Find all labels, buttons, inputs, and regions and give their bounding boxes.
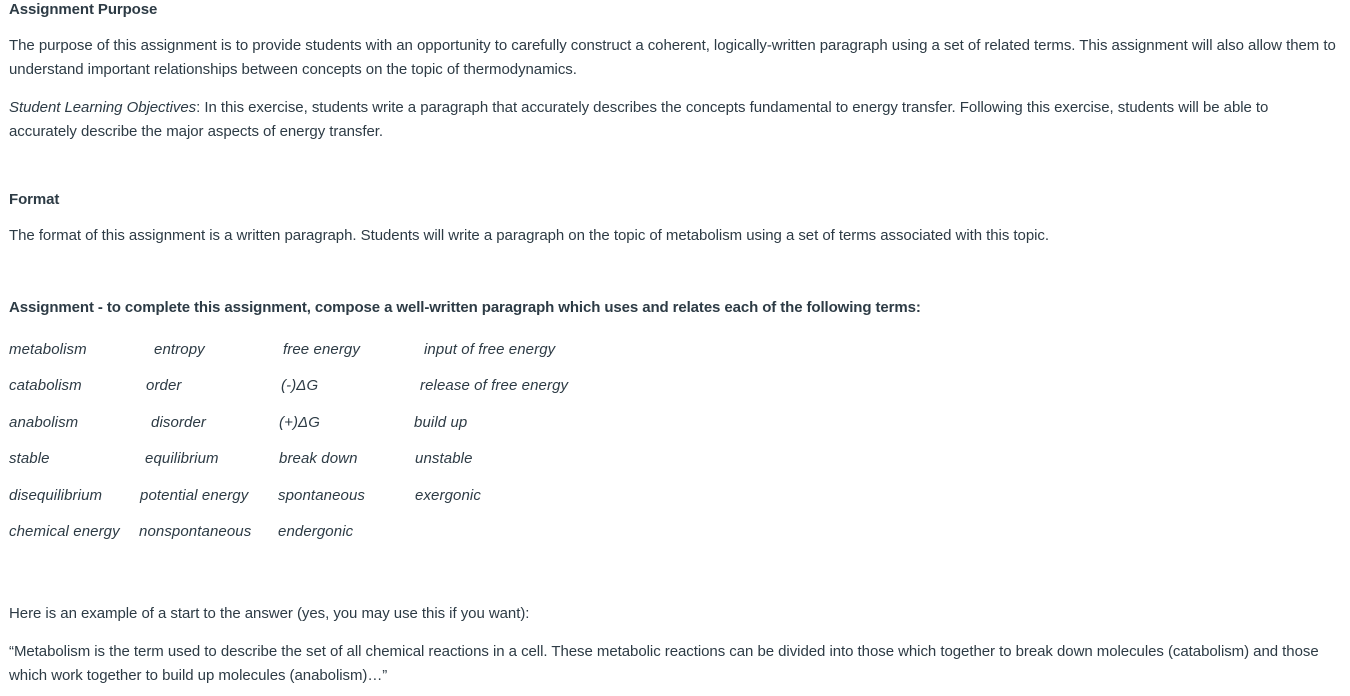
- term: metabolism: [9, 341, 87, 358]
- term: free energy: [283, 341, 360, 358]
- learning-objectives-paragraph: Student Learning Objectives: In this exe…: [9, 96, 1340, 144]
- example-quote: “Metabolism is the term used to describe…: [9, 643, 1319, 685]
- terms-row: metabolism entropy free energy input of …: [9, 338, 1340, 374]
- terms-grid: metabolism entropy free energy input of …: [9, 338, 1340, 556]
- term: order: [146, 377, 182, 395]
- term: catabolism: [9, 377, 82, 395]
- term: disequilibrium: [9, 486, 103, 504]
- format-heading: Format: [9, 191, 60, 208]
- term: chemical energy: [9, 522, 120, 540]
- terms-row: disequilibrium potential energy spontane…: [9, 484, 1340, 520]
- term: input of free energy: [424, 341, 556, 358]
- term: release of free energy: [420, 377, 569, 395]
- terms-row: chemical energy nonspontaneous endergoni…: [9, 520, 1340, 556]
- terms-row: stable equilibrium break down unstable: [9, 447, 1340, 483]
- term: stable: [9, 450, 50, 468]
- term: nonspontaneous: [139, 522, 252, 540]
- term: (-)ΔG: [281, 377, 319, 395]
- example-intro: Here is an example of a start to the ans…: [9, 605, 530, 623]
- term: endergonic: [278, 522, 354, 540]
- assignment-instruction: Assignment - to complete this assignment…: [9, 299, 921, 316]
- term: equilibrium: [145, 450, 219, 468]
- purpose-heading: Assignment Purpose: [9, 1, 158, 18]
- term: unstable: [415, 450, 473, 468]
- format-paragraph: The format of this assignment is a writt…: [9, 227, 1049, 244]
- assignment-document: Assignment Purpose The purpose of this a…: [0, 0, 1350, 688]
- term: anabolism: [9, 413, 79, 431]
- terms-row: anabolism disorder (+)ΔG build up: [9, 411, 1340, 447]
- term: entropy: [154, 341, 205, 358]
- terms-row: catabolism order (-)ΔG release of free e…: [9, 374, 1340, 410]
- term: (+)ΔG: [279, 413, 320, 431]
- example-block: Here is an example of a start to the ans…: [9, 602, 1340, 688]
- term: exergonic: [415, 486, 481, 504]
- term: disorder: [151, 413, 206, 431]
- term: potential energy: [140, 486, 249, 504]
- term: break down: [279, 450, 358, 468]
- learning-objectives-text: : In this exercise, students write a par…: [9, 99, 1269, 140]
- learning-objectives-label: Student Learning Objectives: [9, 99, 197, 116]
- term: build up: [414, 413, 468, 431]
- purpose-paragraph: The purpose of this assignment is to pro…: [9, 37, 1336, 78]
- term: spontaneous: [278, 486, 366, 504]
